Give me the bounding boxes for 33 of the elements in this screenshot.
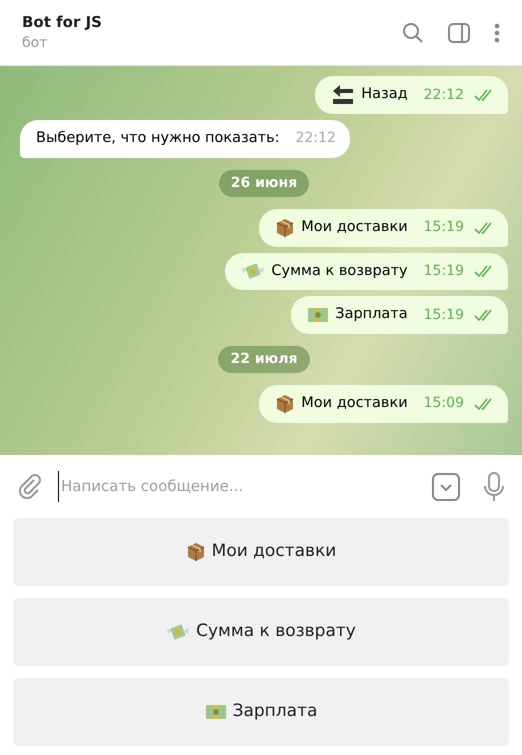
banknote-icon: [307, 306, 330, 324]
message-text: Мои доставки: [301, 218, 408, 237]
sidebar-toggle-icon[interactable]: [448, 22, 470, 42]
keyboard-button[interactable]: Сумма к возврату: [13, 598, 509, 666]
chat-title: Bot for JS: [22, 12, 102, 33]
date-pill: 22 июля: [218, 346, 310, 373]
search-icon[interactable]: [402, 22, 424, 44]
keyboard-button[interactable]: Зарплата: [13, 678, 509, 746]
money-wings-icon: [241, 261, 266, 282]
box-icon: [275, 218, 296, 238]
paperclip-icon[interactable]: [18, 474, 42, 500]
box-icon: [186, 542, 206, 562]
more-icon[interactable]: [494, 22, 500, 42]
banknote-icon: [204, 703, 227, 721]
microphone-icon[interactable]: [484, 472, 504, 502]
keyboard-toggle-icon[interactable]: [432, 472, 460, 500]
keyboard-button[interactable]: Мои доставки: [13, 518, 509, 586]
box-icon: [275, 394, 296, 414]
message-time: 15:19: [424, 306, 464, 325]
message-text: Сумма к возврату: [271, 262, 408, 280]
message-time: 15:19: [424, 218, 464, 238]
message-text: Зарплата: [335, 305, 408, 324]
chat-subtitle: бот: [22, 34, 48, 54]
message-text: Назад: [361, 85, 408, 104]
message-time: 22:12: [296, 129, 336, 148]
message-time: 15:19: [424, 262, 464, 281]
message-time: 22:12: [424, 86, 464, 104]
money-wings-icon: [166, 622, 190, 642]
date-pill: 26 июня: [218, 170, 310, 197]
message-text: Выберите, что нужно показать:: [36, 129, 280, 148]
message-text: Мои доставки: [301, 394, 408, 413]
message-time: 15:09: [424, 394, 464, 414]
back-arrow-icon: [331, 84, 356, 106]
